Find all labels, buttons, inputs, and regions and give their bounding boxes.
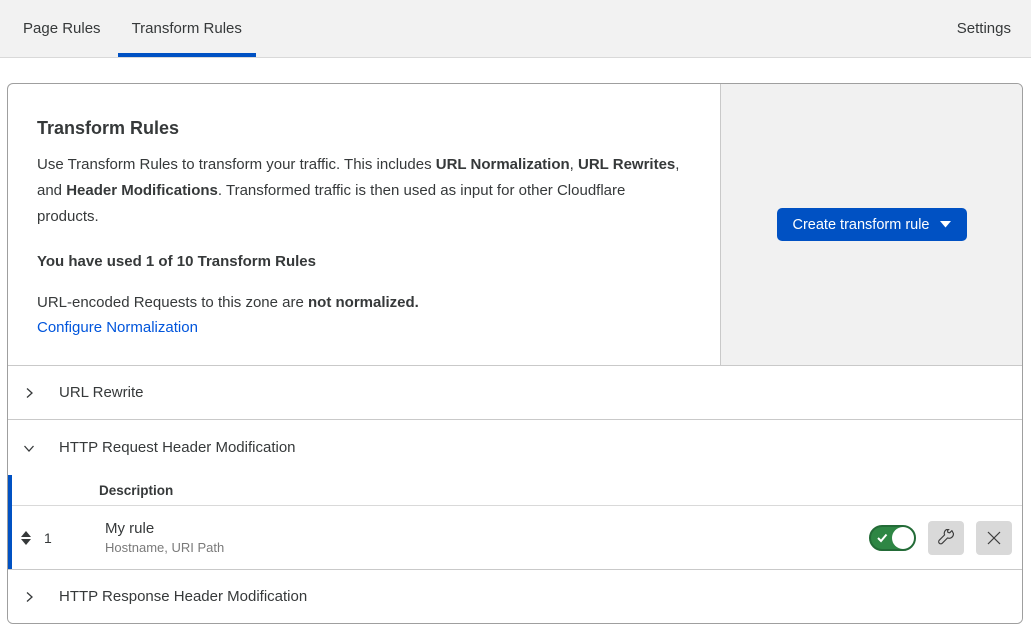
normalization-status: URL-encoded Requests to this zone are no… bbox=[37, 291, 682, 315]
chevron-right-icon bbox=[21, 589, 37, 605]
rules-list: Description 1 My rule Hostname, URI Path bbox=[8, 475, 1022, 569]
check-icon bbox=[877, 533, 888, 543]
usage-counter: You have used 1 of 10 Transform Rules bbox=[37, 253, 682, 270]
rule-description-cell: My rule Hostname, URI Path bbox=[105, 520, 224, 555]
wrench-icon bbox=[938, 529, 955, 546]
edit-rule-button[interactable] bbox=[928, 521, 964, 555]
section-title: HTTP Request Header Modification bbox=[59, 439, 296, 456]
section-url-rewrite: URL Rewrite bbox=[8, 365, 1022, 419]
tab-page-rules-label: Page Rules bbox=[23, 20, 101, 37]
tab-settings-label: Settings bbox=[957, 20, 1011, 37]
description-bold-url-rewrites: URL Rewrites bbox=[578, 156, 675, 173]
section-title: URL Rewrite bbox=[59, 384, 143, 401]
overview-description: Use Transform Rules to transform your tr… bbox=[37, 152, 682, 230]
page-title: Transform Rules bbox=[37, 118, 682, 139]
configure-normalization-link[interactable]: Configure Normalization bbox=[37, 319, 198, 336]
description-bold-url-normalization: URL Normalization bbox=[436, 156, 570, 173]
rule-name: My rule bbox=[105, 520, 224, 537]
overview-text-panel: Transform Rules Use Transform Rules to t… bbox=[8, 84, 720, 365]
rule-row: 1 My rule Hostname, URI Path bbox=[12, 506, 1022, 569]
description-text: Use Transform Rules to transform your tr… bbox=[37, 156, 436, 173]
tab-transform-rules-label: Transform Rules bbox=[132, 20, 242, 37]
delete-rule-button[interactable] bbox=[976, 521, 1012, 555]
description-bold-header-modifications: Header Modifications bbox=[66, 182, 218, 199]
create-button-label: Create transform rule bbox=[793, 217, 930, 233]
tab-transform-rules[interactable]: Transform Rules bbox=[118, 0, 256, 57]
normalization-text: URL-encoded Requests to this zone are bbox=[37, 294, 308, 311]
tab-settings[interactable]: Settings bbox=[943, 0, 1025, 57]
normalization-bold: not normalized. bbox=[308, 294, 419, 311]
section-header-request-headers[interactable]: HTTP Request Header Modification bbox=[8, 420, 1022, 475]
section-header-url-rewrite[interactable]: URL Rewrite bbox=[8, 366, 1022, 419]
drag-sort-icon[interactable] bbox=[18, 530, 34, 546]
tab-page-rules[interactable]: Page Rules bbox=[9, 0, 115, 57]
rules-table-header: Description bbox=[12, 475, 1022, 506]
caret-down-icon bbox=[940, 221, 951, 228]
tabbar-spacer bbox=[256, 0, 940, 57]
overview-section: Transform Rules Use Transform Rules to t… bbox=[8, 84, 1022, 365]
top-tab-bar: Page Rules Transform Rules Settings bbox=[0, 0, 1031, 58]
section-header-response-headers[interactable]: HTTP Response Header Modification bbox=[8, 570, 1022, 623]
section-title: HTTP Response Header Modification bbox=[59, 588, 307, 605]
rule-order-number: 1 bbox=[44, 530, 52, 546]
section-request-header-modification: HTTP Request Header Modification Descrip… bbox=[8, 419, 1022, 569]
chevron-right-icon bbox=[21, 385, 37, 401]
description-column-header: Description bbox=[99, 483, 173, 498]
chevron-down-icon bbox=[21, 440, 37, 456]
transform-rules-card: Transform Rules Use Transform Rules to t… bbox=[7, 83, 1023, 624]
toggle-knob bbox=[892, 527, 914, 549]
description-text: , bbox=[570, 156, 578, 173]
create-transform-rule-button[interactable]: Create transform rule bbox=[777, 208, 967, 241]
section-response-header-modification: HTTP Response Header Modification bbox=[8, 569, 1022, 623]
close-icon bbox=[986, 530, 1002, 546]
create-rule-panel: Create transform rule bbox=[720, 84, 1022, 365]
rule-enabled-toggle[interactable] bbox=[869, 525, 916, 551]
rule-fields: Hostname, URI Path bbox=[105, 540, 224, 555]
rule-controls bbox=[869, 521, 1022, 555]
